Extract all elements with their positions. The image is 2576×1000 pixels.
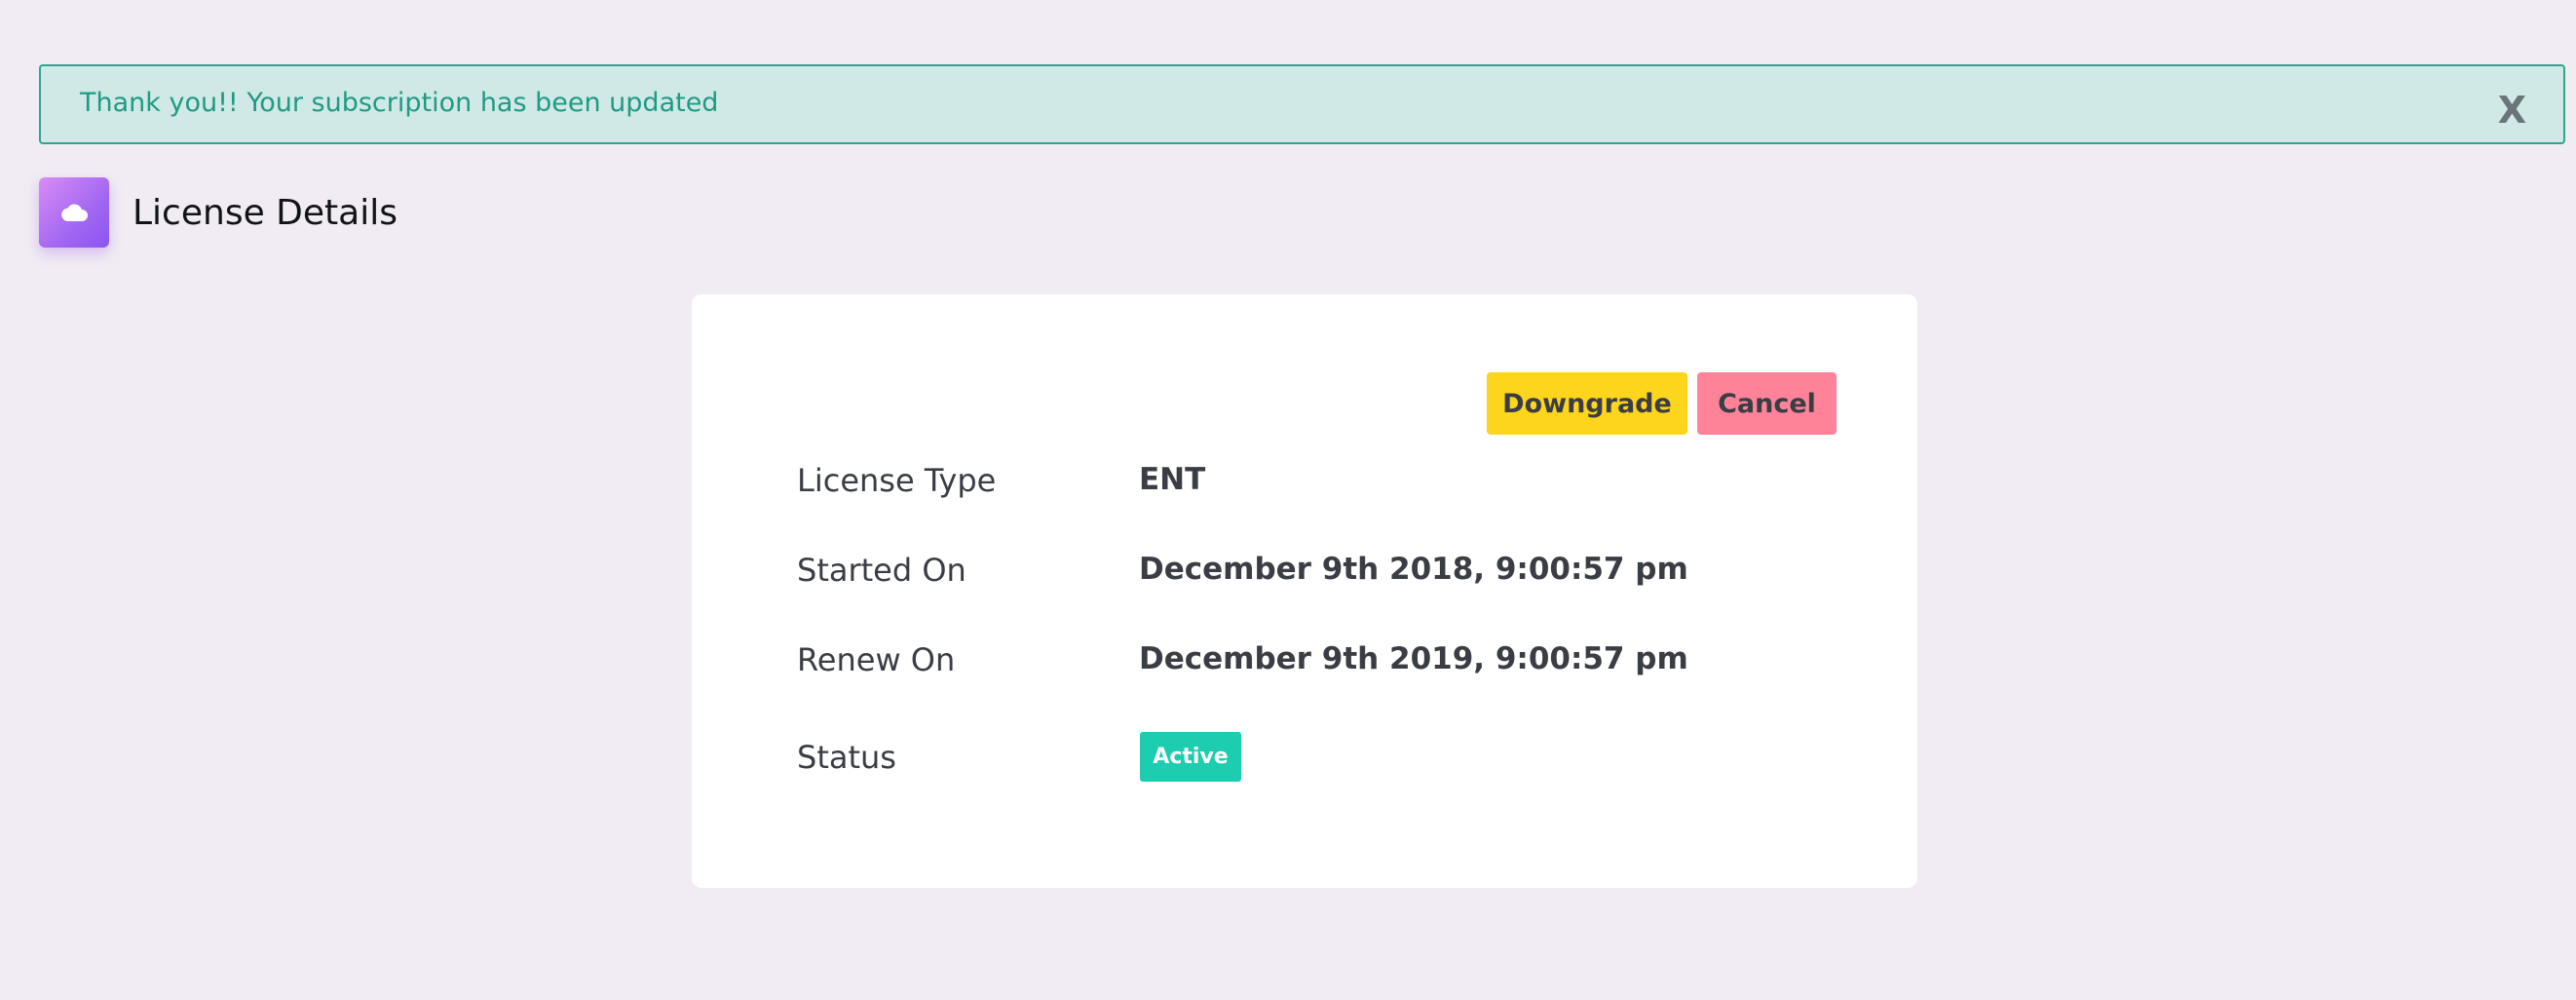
- page-header: License Details: [39, 177, 398, 248]
- license-type-value: ENT: [1139, 462, 1206, 497]
- license-card: Downgrade Cancel License Type ENT Starte…: [692, 294, 1917, 888]
- renew-on-label: Renew On: [797, 641, 956, 678]
- renew-on-value: December 9th 2019, 9:00:57 pm: [1139, 641, 1688, 676]
- cloud-icon: [39, 177, 109, 248]
- alert-message: Thank you!! Your subscription has been u…: [80, 88, 719, 118]
- started-on-value: December 9th 2018, 9:00:57 pm: [1139, 552, 1688, 587]
- status-label: Status: [797, 739, 896, 776]
- page-title: License Details: [133, 192, 398, 233]
- cancel-button[interactable]: Cancel: [1697, 372, 1837, 435]
- alert-close-button[interactable]: X: [2498, 92, 2526, 129]
- status-badge: Active: [1140, 732, 1241, 782]
- downgrade-button[interactable]: Downgrade: [1487, 372, 1687, 435]
- started-on-label: Started On: [797, 552, 966, 589]
- license-type-label: License Type: [797, 462, 997, 499]
- success-alert: Thank you!! Your subscription has been u…: [39, 64, 2565, 144]
